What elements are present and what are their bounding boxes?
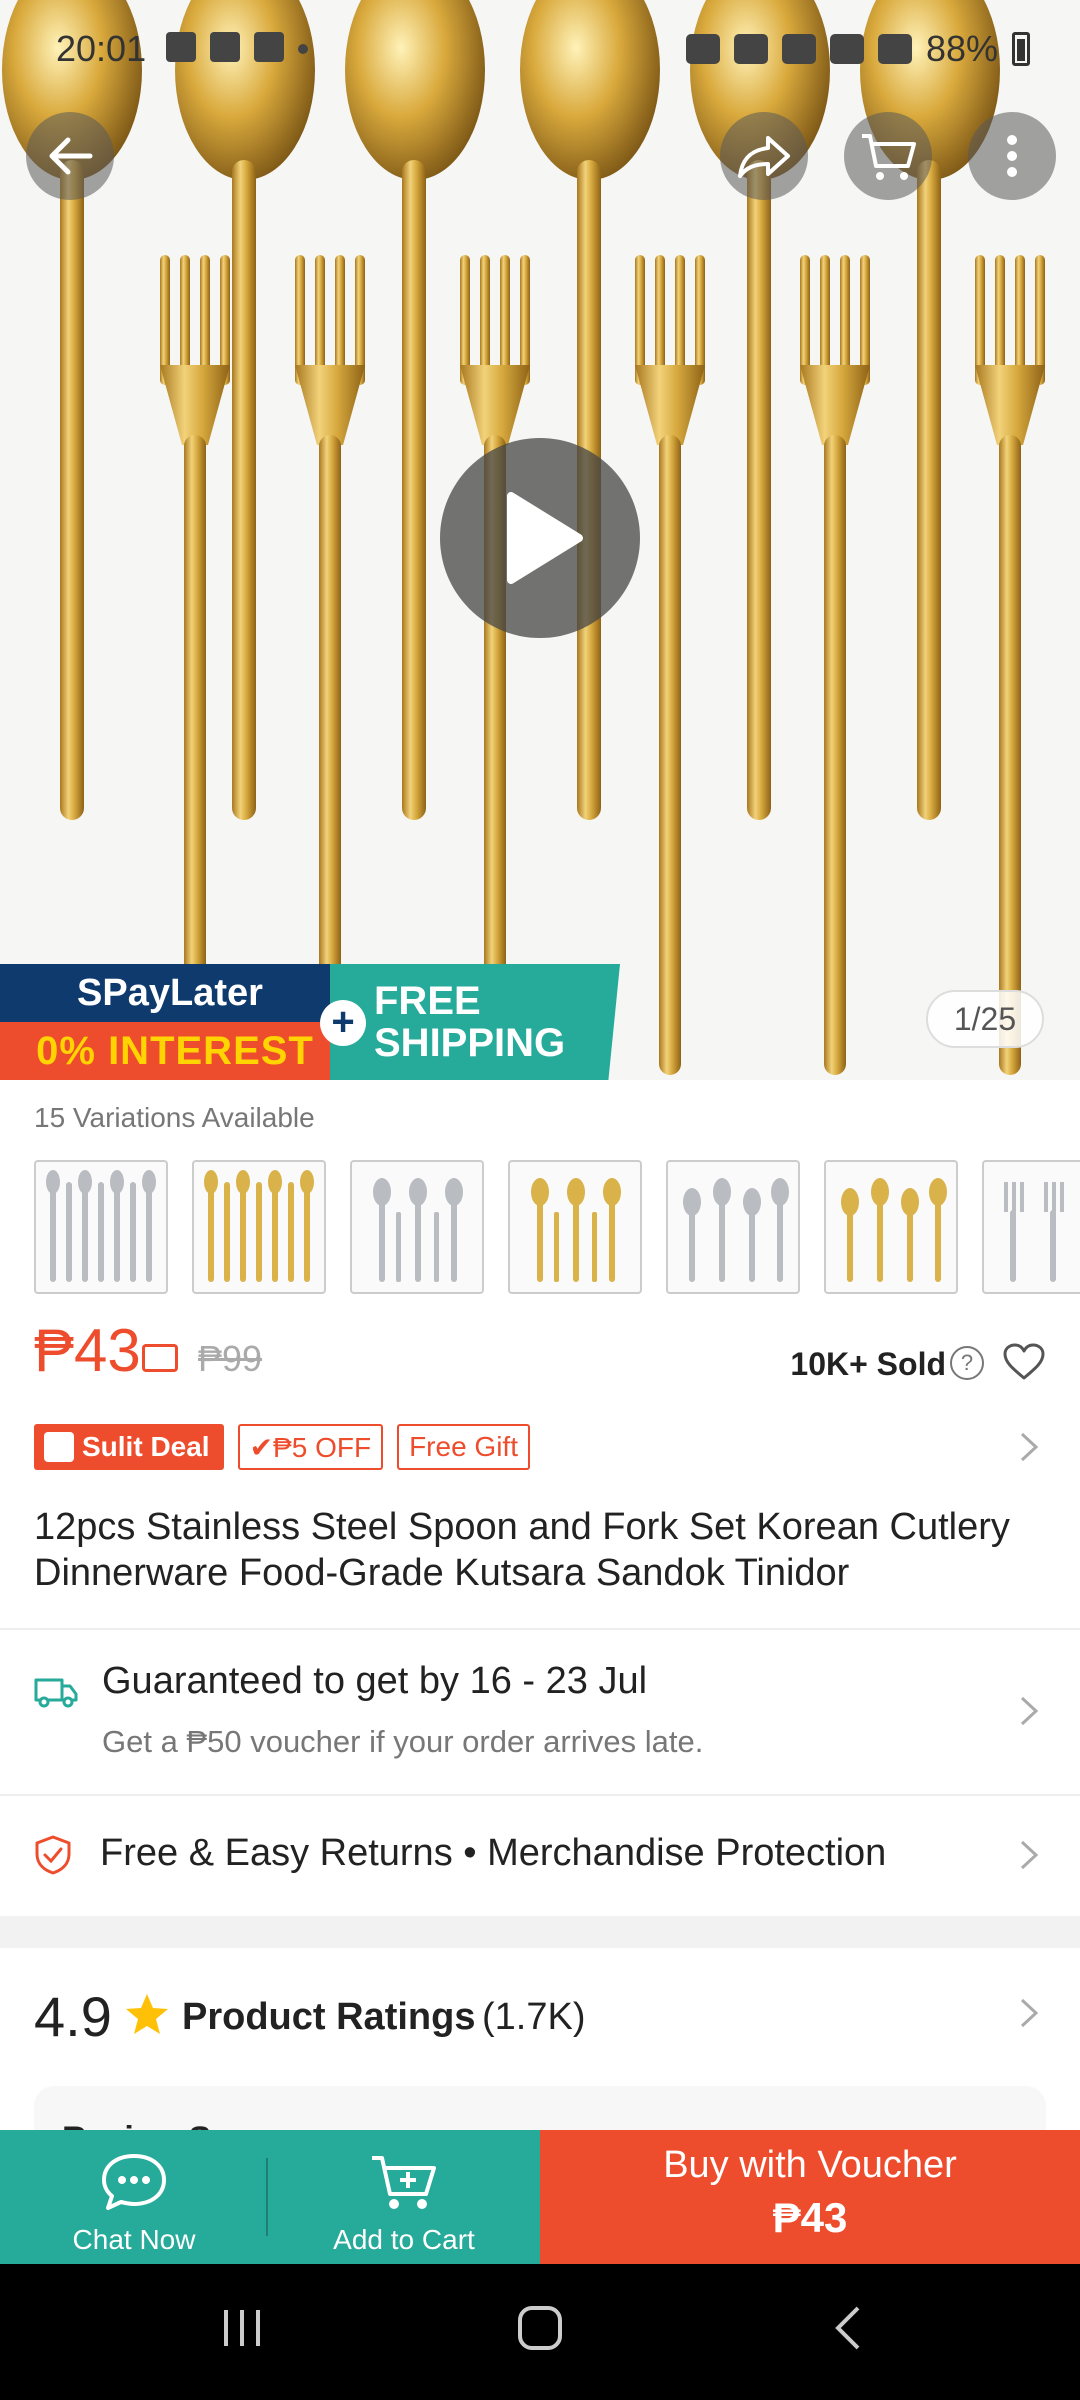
- image-counter: 1/25: [926, 990, 1044, 1048]
- more-options-button[interactable]: [968, 112, 1056, 200]
- variation-thumb-3[interactable]: [350, 1160, 484, 1294]
- variation-thumb-1[interactable]: [34, 1160, 168, 1294]
- share-icon: [738, 136, 790, 178]
- mute-icon: [781, 34, 816, 64]
- interest-label: 0% INTEREST: [0, 1022, 350, 1080]
- download-icon: [254, 32, 284, 62]
- more-vertical-icon: [1007, 135, 1017, 177]
- battery-icon: [1012, 32, 1030, 66]
- returns-row[interactable]: Free & Easy Returns • Merchandise Protec…: [0, 1796, 1080, 1916]
- recent-apps-icon[interactable]: [218, 2304, 266, 2352]
- variation-thumb-7[interactable]: [982, 1160, 1080, 1294]
- variation-thumb-5[interactable]: [666, 1160, 800, 1294]
- thumbs-up-icon: [44, 1432, 74, 1462]
- chat-icon: [102, 2154, 166, 2210]
- product-title: 12pcs Stainless Steel Spoon and Fork Set…: [34, 1506, 1010, 1594]
- buy-with-voucher-button[interactable]: Buy with Voucher ₱43: [540, 2130, 1080, 2264]
- ratings-label: Product Ratings: [182, 1996, 476, 2038]
- status-time: 20:01: [56, 28, 147, 69]
- add-cart-icon: [372, 2156, 436, 2209]
- sold-count: 10K+ Sold: [790, 1346, 946, 1382]
- back-button[interactable]: [26, 112, 114, 200]
- sulit-deal-label: Sulit Deal: [82, 1431, 210, 1462]
- product-image-gallery[interactable]: 20:01 88% SPayLater 0% INTEREST FREE SHI…: [0, 0, 1080, 1080]
- notification-icons: [166, 32, 308, 62]
- variations-label: 15 Variations Available: [34, 1102, 315, 1133]
- wifi-icon: [829, 34, 864, 64]
- alarm-icon: [733, 34, 768, 64]
- section-gap: [0, 1916, 1080, 1948]
- plus-icon: +: [320, 1000, 366, 1046]
- home-icon[interactable]: [516, 2304, 564, 2352]
- free-gift-badge[interactable]: Free Gift: [397, 1424, 530, 1470]
- variation-thumbnails[interactable]: [34, 1160, 1080, 1294]
- discount-badge[interactable]: ✔₱5 OFF: [237, 1424, 384, 1470]
- signal-icon: [877, 34, 912, 64]
- chevron-right-icon: [1020, 1840, 1039, 1870]
- original-price: ₱99: [198, 1338, 263, 1379]
- system-nav-bar: [0, 2264, 1080, 2400]
- free-shipping-line1: FREE: [374, 979, 481, 1023]
- buy-with-voucher-label: Buy with Voucher: [663, 2144, 957, 2186]
- shield-check-icon: [35, 1835, 71, 1875]
- add-to-cart-label: Add to Cart: [333, 2224, 475, 2255]
- chevron-right-icon: [1020, 1696, 1039, 1726]
- system-icons: 88%: [685, 28, 1030, 70]
- delivery-guarantee: Guaranteed to get by 16 - 23 Jul: [102, 1660, 648, 1702]
- late-voucher-note: Get a ₱50 voucher if your order arrives …: [102, 1724, 704, 1759]
- battery-percent: 88%: [925, 28, 998, 69]
- variation-thumb-6[interactable]: [824, 1160, 958, 1294]
- help-icon[interactable]: ?: [950, 1346, 984, 1380]
- free-shipping-label: FREE SHIPPING: [330, 964, 620, 1080]
- current-price: ₱43: [34, 1317, 141, 1384]
- play-video-button[interactable]: [440, 438, 640, 638]
- voucher-tag-icon: [142, 1344, 178, 1372]
- sulit-deal-badge[interactable]: Sulit Deal: [34, 1424, 224, 1470]
- back-nav-icon[interactable]: [826, 2304, 874, 2352]
- shipping-row[interactable]: Guaranteed to get by 16 - 23 Jul Get a ₱…: [0, 1632, 1080, 1794]
- divider: [0, 1628, 1080, 1630]
- clipboard-icon: [210, 32, 240, 62]
- free-shipping-line2: SHIPPING: [374, 1021, 566, 1065]
- bottom-action-bar: Chat Now Add to Cart Buy with Voucher ₱4…: [0, 2130, 1080, 2264]
- chevron-right-icon: [1020, 1998, 1039, 2028]
- star-icon: [126, 1994, 168, 2034]
- vpn-key-icon: [685, 34, 720, 64]
- heart-icon[interactable]: [1002, 1342, 1046, 1382]
- truck-icon: [34, 1678, 78, 1708]
- more-notifications-icon: [298, 44, 308, 54]
- returns-protection-text: Free & Easy Returns • Merchandise Protec…: [100, 1832, 887, 1874]
- add-to-cart-button[interactable]: Add to Cart: [268, 2130, 540, 2264]
- share-button[interactable]: [720, 112, 808, 200]
- back-arrow-icon: [49, 137, 93, 175]
- deal-badges[interactable]: Sulit Deal ✔₱5 OFF Free Gift: [34, 1424, 530, 1470]
- cart-button[interactable]: [844, 112, 932, 200]
- status-bar: 20:01 88%: [0, 26, 1080, 76]
- promo-banner: SPayLater 0% INTEREST FREE SHIPPING +: [0, 964, 620, 1080]
- image-icon: [166, 32, 196, 62]
- chat-now-label: Chat Now: [72, 2224, 196, 2255]
- price-row: ₱43 ₱99 10K+ Sold ?: [34, 1316, 1046, 1386]
- variation-thumb-4[interactable]: [508, 1160, 642, 1294]
- chat-now-button[interactable]: Chat Now: [0, 2130, 268, 2264]
- chevron-right-icon[interactable]: [1018, 1430, 1040, 1464]
- spaylater-label: SPayLater: [0, 964, 340, 1022]
- ratings-count: (1.7K): [482, 1996, 586, 2038]
- play-icon: [507, 492, 583, 584]
- rating-score: 4.9: [34, 1985, 112, 2048]
- ratings-row[interactable]: 4.9 Product Ratings (1.7K): [0, 1950, 1080, 2070]
- cart-icon: [862, 134, 916, 180]
- buy-price: ₱43: [772, 2194, 848, 2241]
- variation-thumb-2[interactable]: [192, 1160, 326, 1294]
